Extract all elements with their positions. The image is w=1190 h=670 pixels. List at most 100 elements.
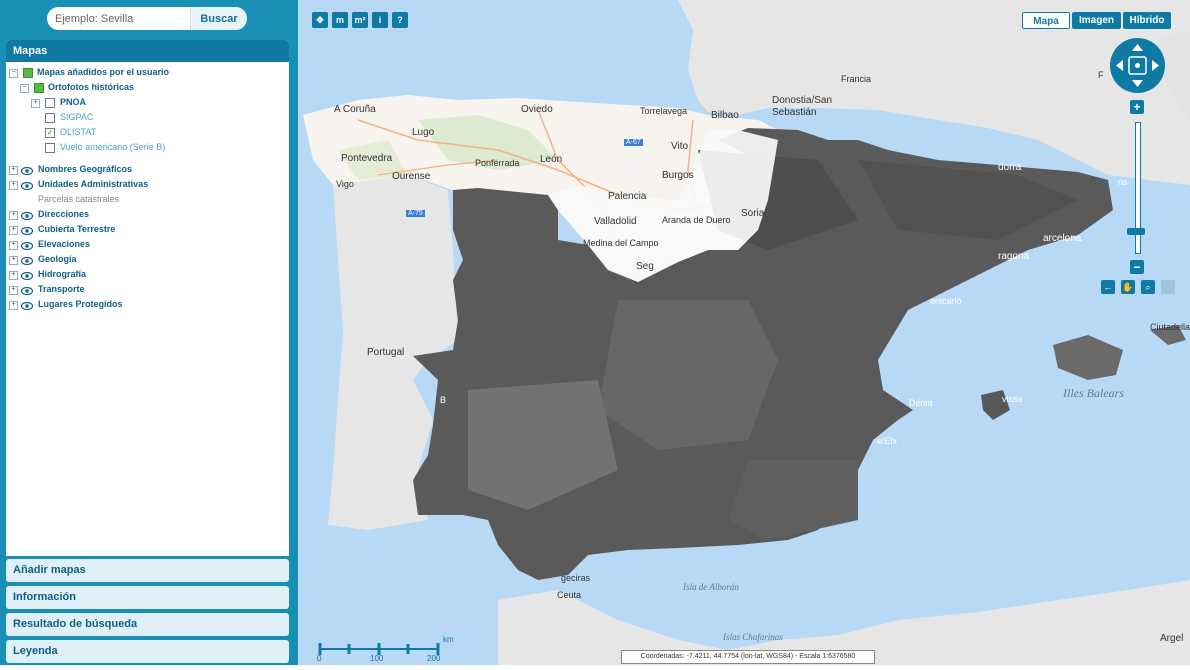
layer-item-label: Nombres Geográficos: [38, 164, 133, 174]
layer-item[interactable]: + Unidades Administrativas: [6, 177, 289, 192]
layer-item-label: Lugares Protegidos: [38, 299, 123, 309]
map-label: ragona: [998, 251, 1030, 262]
map-label: Soria: [741, 208, 765, 219]
layer-tree: − Mapas añadidos por el usuario − Ortofo…: [6, 62, 289, 312]
visibility-eye-icon[interactable]: [20, 225, 34, 236]
checkbox-checked[interactable]: ✓: [45, 128, 55, 138]
map-type-imagen[interactable]: Imagen: [1072, 12, 1121, 29]
checkbox[interactable]: [45, 143, 55, 153]
full-extent-button[interactable]: ✥: [312, 12, 328, 28]
collapse-icon[interactable]: −: [9, 69, 18, 78]
expand-icon[interactable]: +: [9, 181, 18, 190]
visibility-eye-icon[interactable]: [20, 210, 34, 221]
layer-item-label: Hidrografía: [38, 269, 87, 279]
expand-icon[interactable]: +: [31, 99, 40, 108]
layer-item[interactable]: + Hidrografía: [6, 267, 289, 282]
map-label: F: [1098, 70, 1104, 80]
map-label: A Coruña: [334, 104, 376, 115]
visibility-eye-icon[interactable]: [20, 270, 34, 281]
map-label: Burgos: [662, 170, 694, 181]
map-label: Portugal: [367, 347, 405, 358]
layer-list: + Nombres Geográficos + Unidades Administra…: [6, 162, 289, 312]
road-shield: A-75: [406, 210, 425, 217]
search-input[interactable]: [47, 7, 195, 30]
map-label: B: [440, 395, 447, 405]
zoom-box-icon[interactable]: ⌕: [1141, 280, 1155, 294]
expand-icon[interactable]: +: [9, 256, 18, 265]
section-search-results[interactable]: Resultado de búsqueda: [6, 613, 289, 636]
tree-item-pnoa[interactable]: + PNOA: [6, 95, 289, 110]
map-label: Torrelavega: [640, 106, 688, 116]
map-type-mapa[interactable]: Mapa: [1022, 12, 1070, 29]
expand-icon[interactable]: +: [9, 166, 18, 175]
map-label: Illes Balears: [1063, 386, 1124, 400]
search-box: Buscar: [47, 7, 247, 30]
expand-icon[interactable]: +: [9, 271, 18, 280]
map-label: Pontevedra: [341, 153, 393, 164]
layer-folder-icon: [34, 83, 44, 93]
visibility-eye-icon[interactable]: [20, 180, 34, 191]
map-label: Argel: [1160, 633, 1184, 644]
layer-item[interactable]: + Lugares Protegidos: [6, 297, 289, 312]
layer-item[interactable]: + Direcciones: [6, 207, 289, 222]
layer-item[interactable]: + Geología: [6, 252, 289, 267]
search-button[interactable]: Buscar: [190, 7, 247, 30]
pan-control[interactable]: [1110, 38, 1165, 93]
map-label: Ceuta: [557, 590, 582, 600]
section-add-maps[interactable]: Añadir mapas: [6, 559, 289, 582]
visibility-eye-icon[interactable]: [20, 255, 34, 266]
expand-icon[interactable]: +: [9, 286, 18, 295]
tree-item-sigpac[interactable]: SIGPAC: [6, 110, 289, 125]
zoom-out-button[interactable]: −: [1130, 260, 1144, 274]
collapse-icon[interactable]: −: [20, 84, 29, 93]
tree-item-olistat[interactable]: ✓ OLISTAT: [6, 125, 289, 140]
measure-distance-button[interactable]: m: [332, 12, 348, 28]
map-label: Valladolid: [594, 216, 637, 227]
help-icon[interactable]: ?: [392, 12, 408, 28]
tree-item-vuelo[interactable]: Vuelo americano (Serie B): [6, 140, 289, 155]
layer-item[interactable]: Parcelas catastrales: [6, 192, 289, 207]
maps-panel: Mapas − Mapas añadidos por el usuario − …: [6, 40, 289, 556]
layer-item[interactable]: + Nombres Geográficos: [6, 162, 289, 177]
section-legend[interactable]: Leyenda: [6, 640, 289, 663]
checkbox[interactable]: [45, 113, 55, 123]
visibility-eye-icon[interactable]: [20, 285, 34, 296]
expand-icon[interactable]: +: [9, 241, 18, 250]
map-label: Seg: [636, 261, 654, 272]
layer-item[interactable]: + Elevaciones: [6, 237, 289, 252]
map-label: León: [540, 154, 563, 165]
layer-item[interactable]: + Cubierta Terrestre: [6, 222, 289, 237]
layer-folder-icon: [23, 68, 33, 78]
visibility-eye-icon[interactable]: [20, 300, 34, 311]
tree-item-label: Mapas añadidos por el usuario: [37, 67, 170, 77]
tree-item-user-maps[interactable]: − Mapas añadidos por el usuario: [6, 65, 289, 80]
info-icon[interactable]: i: [372, 12, 388, 28]
layer-item[interactable]: + Transporte: [6, 282, 289, 297]
checkbox[interactable]: [45, 98, 55, 108]
map-label: ns: [1118, 177, 1128, 187]
expand-icon[interactable]: +: [9, 301, 18, 310]
zoom-slider-thumb[interactable]: [1127, 228, 1145, 235]
map-type-hibrido[interactable]: Híbrido: [1123, 12, 1171, 29]
expand-icon[interactable]: +: [9, 226, 18, 235]
zoom-in-button[interactable]: +: [1130, 100, 1144, 114]
scale-label: 200: [427, 654, 441, 663]
sidebar: Buscar Mapas − Mapas añadidos por el usu…: [0, 0, 298, 665]
map-label: Medina del Campo: [583, 238, 659, 248]
road-shield: A-67: [624, 139, 643, 146]
map-canvas[interactable]: Francia F A Coruña Oviedo Torrelavega Bi…: [298, 0, 1190, 665]
maps-panel-header[interactable]: Mapas: [6, 40, 289, 62]
map-label: Bilbao: [711, 110, 739, 121]
pan-hand-icon[interactable]: ✋: [1121, 280, 1135, 294]
map-label: Donostia/San: [772, 95, 833, 106]
back-arrow-icon[interactable]: ←: [1101, 280, 1115, 294]
measure-area-button[interactable]: m²: [352, 12, 368, 28]
visibility-eye-icon[interactable]: [20, 165, 34, 176]
tree-item-historical[interactable]: − Ortofotos históricas: [6, 80, 289, 95]
coordinates-readout: Coordenadas: -7.4211, 44.7754 (lon-lat, …: [621, 650, 875, 664]
forward-icon[interactable]: [1161, 280, 1175, 294]
expand-icon[interactable]: +: [9, 211, 18, 220]
visibility-eye-icon[interactable]: [20, 240, 34, 251]
section-information[interactable]: Información: [6, 586, 289, 609]
